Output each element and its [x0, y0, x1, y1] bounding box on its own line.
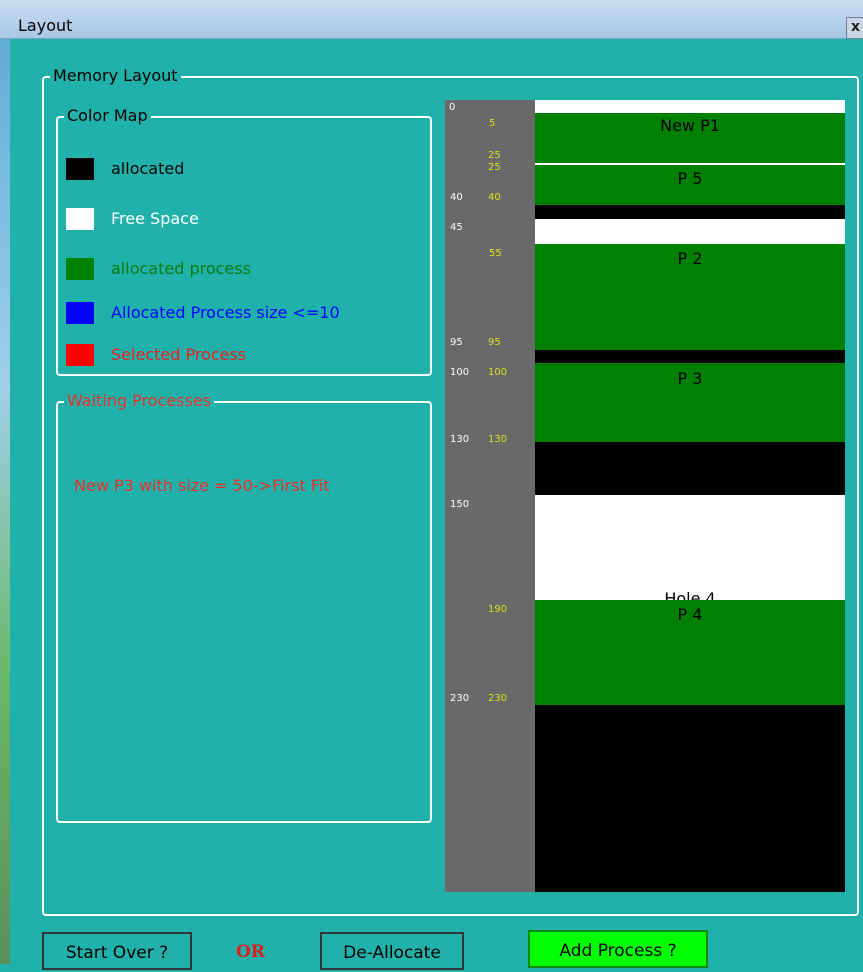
add-process-button[interactable]: Add Process ? [528, 930, 708, 968]
color-map-label: allocated process [111, 259, 251, 278]
address-tick-right: 40 [488, 192, 501, 203]
close-button[interactable]: x [846, 17, 863, 39]
address-tick-right: 190 [488, 604, 508, 615]
address-tick-right: 100 [488, 367, 508, 378]
memory-block-process[interactable]: New P1 [535, 113, 845, 163]
selected-process-swatch [66, 344, 94, 366]
memory-block-allocated[interactable] [535, 442, 845, 495]
memory-block-allocated[interactable] [535, 205, 845, 219]
color-map-label: Free Space [111, 209, 199, 228]
small-process-swatch [66, 302, 94, 324]
memory-block-allocated[interactable] [535, 705, 845, 892]
de-allocate-button[interactable]: De-Allocate [320, 932, 464, 970]
allocated-process-swatch [66, 258, 94, 280]
waiting-processes-legend: Waiting Processes [64, 391, 215, 411]
process-label: New P1 [660, 116, 720, 135]
memory-block-allocated[interactable] [535, 350, 845, 363]
memory-block-free[interactable] [535, 219, 845, 244]
process-label: P 4 [677, 605, 703, 624]
allocated-swatch [66, 158, 94, 180]
process-label: P 3 [677, 369, 703, 388]
color-map-label: allocated [111, 159, 185, 178]
address-tick-right: 25 [488, 150, 501, 161]
address-tick-left: 0 [449, 102, 456, 113]
address-tick-left: 230 [450, 693, 470, 704]
start-over-button[interactable]: Start Over ? [42, 932, 192, 970]
color-map-label: Selected Process [111, 345, 247, 364]
address-tick-right: 25 [488, 162, 501, 173]
address-tick-left: 45 [450, 222, 463, 233]
address-tick-left: 40 [450, 192, 463, 203]
memory-block-free[interactable] [535, 100, 845, 113]
address-tick-right: 5 [489, 118, 496, 129]
address-tick-right: 130 [488, 434, 508, 445]
address-tick-right: 55 [489, 248, 502, 259]
memory-block-process[interactable]: P 4 [535, 600, 845, 705]
window-title: Layout [18, 16, 73, 35]
memory-block-process[interactable]: P 2 [535, 244, 845, 350]
color-map-group: Color Map [56, 106, 432, 376]
free-space-swatch [66, 208, 94, 230]
memory-block-free[interactable]: Hole 4 [535, 495, 845, 600]
memory-map: New P1 P 5 P 2 P 3 Hole 4 P 4 [535, 100, 845, 892]
waiting-processes-group: Waiting Processes [56, 391, 432, 823]
address-tick-left: 95 [450, 337, 463, 348]
address-tick-right: 95 [488, 337, 501, 348]
address-tick-left: 100 [450, 367, 470, 378]
color-map-label: Allocated Process size <=10 [111, 303, 340, 322]
memory-layout-legend: Memory Layout [50, 66, 181, 86]
process-label: P 2 [677, 249, 703, 268]
process-label: P 5 [677, 169, 703, 188]
address-tick-left: 130 [450, 434, 470, 445]
color-map-legend: Color Map [64, 106, 151, 126]
address-tick-left: 150 [450, 499, 470, 510]
waiting-process-entry[interactable]: New P3 with size = 50->First Fit [74, 476, 330, 495]
memory-block-process[interactable]: P 3 [535, 363, 845, 442]
memory-address-axis [445, 100, 535, 892]
address-tick-right: 230 [488, 693, 508, 704]
memory-block-process[interactable]: P 5 [535, 165, 845, 205]
title-bar[interactable]: Layout x [0, 0, 863, 39]
hole-label: Hole 4 [664, 589, 716, 600]
or-separator: OR [236, 942, 265, 962]
desktop-background [0, 0, 10, 964]
